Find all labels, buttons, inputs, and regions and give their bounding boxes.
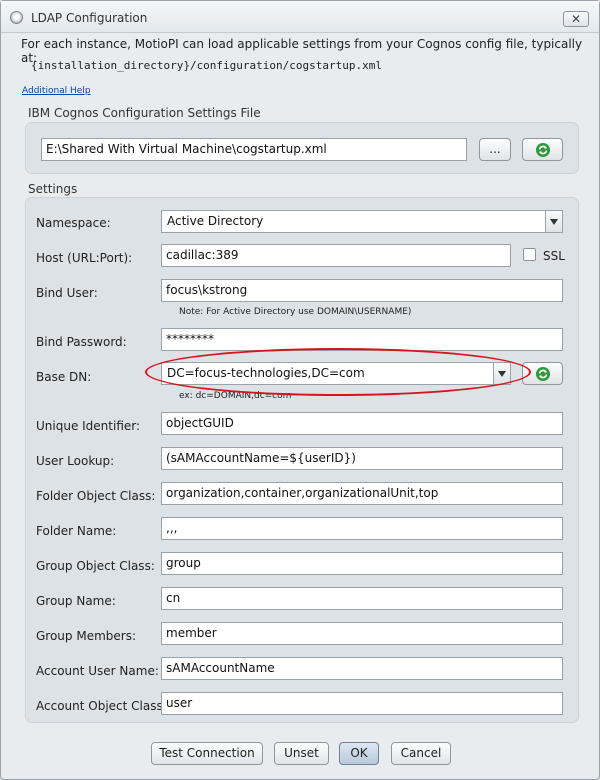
folder-object-class-input[interactable]: organization,container,organizationalUni… bbox=[161, 482, 563, 505]
bind-user-label: Bind User: bbox=[36, 286, 98, 300]
account-object-class-label: Account Object Class: bbox=[36, 699, 167, 713]
browse-button[interactable]: ... bbox=[479, 138, 511, 161]
chevron-down-icon bbox=[550, 219, 558, 225]
base-dn-dropdown-arrow[interactable] bbox=[493, 363, 510, 384]
namespace-dropdown-arrow[interactable] bbox=[545, 211, 562, 232]
cancel-button[interactable]: Cancel bbox=[391, 742, 451, 765]
chevron-down-icon bbox=[498, 371, 506, 377]
base-dn-label: Base DN: bbox=[36, 370, 92, 384]
unset-button[interactable]: Unset bbox=[274, 742, 329, 765]
host-label: Host (URL:Port): bbox=[36, 251, 133, 265]
title-bar[interactable]: LDAP Configuration ✕ bbox=[1, 1, 599, 33]
host-input[interactable]: cadillac:389 bbox=[161, 244, 511, 267]
unique-identifier-label: Unique Identifier: bbox=[36, 419, 141, 433]
base-dn-value: DC=focus-technologies,DC=com bbox=[167, 366, 365, 380]
bind-user-input[interactable]: focus\kstrong bbox=[161, 279, 563, 302]
user-lookup-label: User Lookup: bbox=[36, 454, 115, 468]
fetch-base-dn-button[interactable] bbox=[522, 362, 563, 385]
group-object-class-input[interactable]: group bbox=[161, 552, 563, 575]
group-members-input[interactable]: member bbox=[161, 622, 563, 645]
base-dn-combobox[interactable]: DC=focus-technologies,DC=com bbox=[161, 362, 511, 385]
settings-section-label: Settings bbox=[28, 182, 78, 196]
folder-name-input[interactable]: ,,, bbox=[161, 517, 563, 540]
namespace-label: Namespace: bbox=[36, 216, 111, 230]
close-icon: ✕ bbox=[570, 12, 582, 26]
ldap-configuration-dialog: LDAP Configuration ✕ For each instance, … bbox=[0, 0, 600, 780]
additional-help-link[interactable]: Additional Help bbox=[22, 86, 91, 96]
test-connection-button[interactable]: Test Connection bbox=[151, 742, 263, 765]
unique-identifier-input[interactable]: objectGUID bbox=[161, 412, 563, 435]
namespace-selected-value: Active Directory bbox=[167, 214, 264, 228]
namespace-select[interactable]: Active Directory bbox=[161, 210, 563, 233]
config-file-section-label: IBM Cognos Configuration Settings File bbox=[28, 106, 261, 120]
account-object-class-input[interactable]: user bbox=[161, 692, 563, 715]
app-icon bbox=[10, 11, 23, 24]
refresh-icon bbox=[535, 366, 550, 381]
group-name-label: Group Name: bbox=[36, 594, 116, 608]
ssl-checkbox[interactable] bbox=[523, 248, 536, 261]
account-user-name-label: Account User Name: bbox=[36, 664, 159, 678]
bind-password-label: Bind Password: bbox=[36, 335, 127, 349]
folder-name-label: Folder Name: bbox=[36, 524, 117, 538]
group-object-class-label: Group Object Class: bbox=[36, 559, 155, 573]
bind-password-input[interactable]: ******** bbox=[161, 328, 563, 351]
refresh-icon bbox=[535, 142, 550, 157]
ok-button[interactable]: OK bbox=[339, 742, 379, 765]
account-user-name-input[interactable]: sAMAccountName bbox=[161, 657, 563, 680]
user-lookup-input[interactable]: (sAMAccountName=${userID}) bbox=[161, 447, 563, 470]
group-name-input[interactable]: cn bbox=[161, 587, 563, 610]
bind-user-note: Note: For Active Directory use DOMAIN\US… bbox=[179, 307, 412, 317]
ssl-label: SSL bbox=[543, 249, 565, 263]
window-title: LDAP Configuration bbox=[31, 11, 148, 25]
config-file-path-input[interactable]: E:\Shared With Virtual Machine\cogstartu… bbox=[41, 138, 467, 161]
folder-object-class-label: Folder Object Class: bbox=[36, 489, 156, 503]
close-button[interactable]: ✕ bbox=[563, 11, 589, 27]
group-members-label: Group Members: bbox=[36, 629, 137, 643]
reload-config-button[interactable] bbox=[522, 138, 563, 161]
base-dn-example: ex: dc=DOMAIN,dc=com bbox=[179, 391, 292, 401]
config-path-hint: {installation_directory}/configuration/c… bbox=[31, 59, 382, 72]
